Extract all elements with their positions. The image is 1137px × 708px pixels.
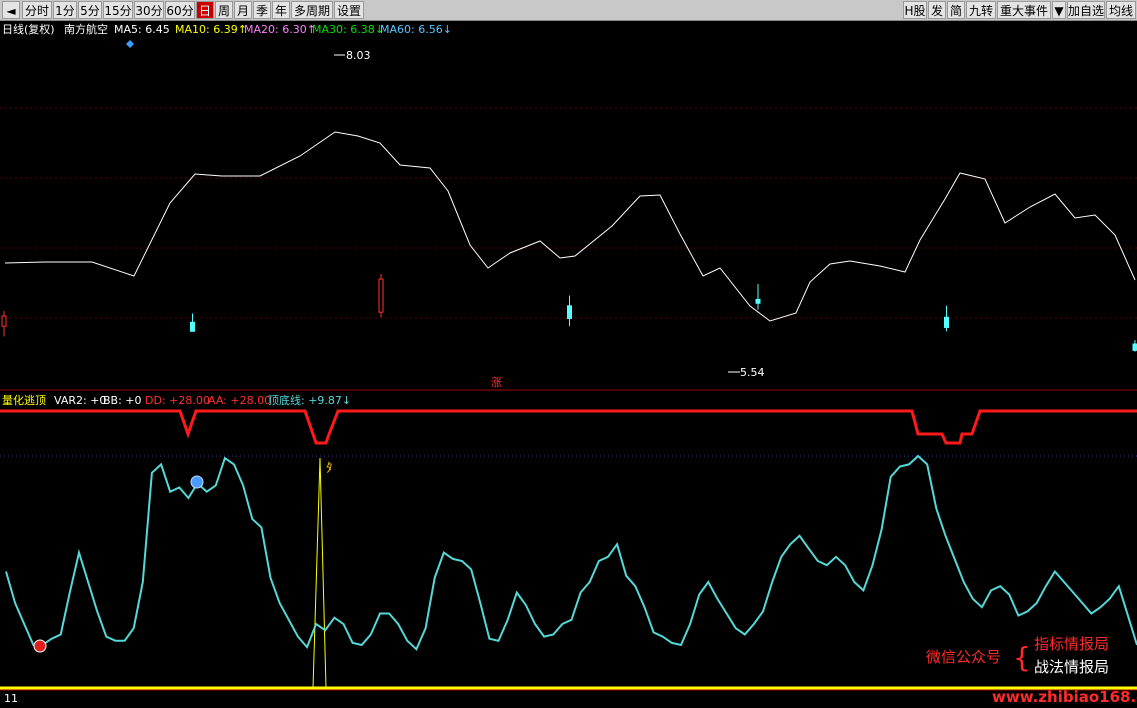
ma30-label: MA30: 6.38↓ (312, 23, 384, 36)
watermark-line2: 战法情报局 (1034, 658, 1109, 676)
zhang-marker: 涨 (491, 376, 502, 389)
indicator-title: 量化逃顶 (2, 393, 46, 407)
ma5-label: MA5: 6.45 (114, 23, 170, 36)
candle-body (944, 316, 949, 328)
sell-marker-glyph: ﾀ (326, 461, 333, 476)
stock-name: 南方航空 (64, 22, 108, 36)
watermark-site: www.zhibiao168.com (992, 688, 1137, 706)
top-signal-bubble (190, 475, 204, 489)
bottom-signal-bubbles (33, 639, 47, 653)
candle-body (567, 305, 572, 320)
dingdi-label: 顶底线: +9.87↓ (268, 393, 351, 407)
chart-background (0, 21, 1137, 708)
bottom-signal-bubble (33, 639, 47, 653)
low-price-label: 5.54 (740, 366, 765, 379)
sell-marker: ﾀ (326, 461, 333, 476)
aa-label: AA: +28.00 (208, 394, 271, 407)
x-axis: 11 (4, 692, 18, 705)
ma10-label: MA10: 6.39↑ (175, 23, 247, 36)
candle-body (190, 321, 195, 332)
bb-label: BB: +0 (103, 394, 142, 407)
candle-body (378, 278, 384, 313)
var2-label: VAR2: +0 (54, 394, 106, 407)
stock-chart: 日线(复权) 南方航空 MA5: 6.45 MA10: 6.39↑ MA20: … (0, 21, 1137, 708)
dd-label: DD: +28.00 (145, 394, 210, 407)
watermark-wechat: 微信公众号 (926, 648, 1001, 666)
x-tick-label: 11 (4, 692, 18, 705)
watermark-brace: { (1013, 641, 1031, 674)
ma20-label: MA20: 6.30↑ (244, 23, 316, 36)
candle-body (755, 298, 761, 304)
candle-body (1132, 343, 1137, 351)
ma60-label: MA60: 6.56↓ (380, 23, 452, 36)
price-panel-title: 日线(复权) (2, 22, 55, 36)
candle-body (1, 315, 7, 327)
high-price-label: 8.03 (346, 49, 371, 62)
watermark-line1: 指标情报局 (1034, 635, 1109, 653)
